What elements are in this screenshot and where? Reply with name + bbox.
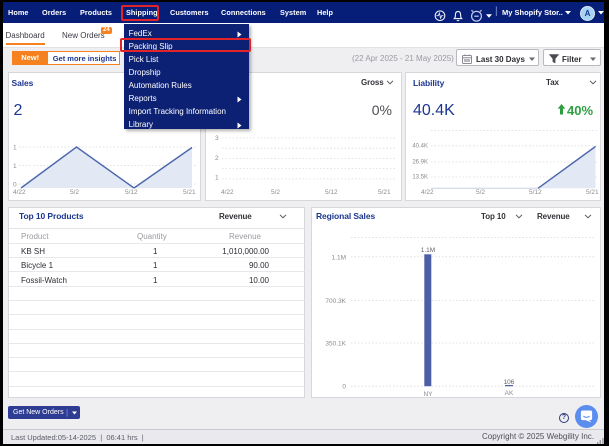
svg-text:700.3K: 700.3K xyxy=(325,298,346,305)
svg-text:5/21: 5/21 xyxy=(378,189,391,196)
svg-text:5/12: 5/12 xyxy=(325,189,338,196)
svg-text:0: 0 xyxy=(342,384,346,391)
svg-text:4/22: 4/22 xyxy=(13,189,26,196)
svg-text:13.5K: 13.5K xyxy=(412,174,428,180)
svg-text:26.9K: 26.9K xyxy=(412,160,428,166)
svg-text:1.1M: 1.1M xyxy=(332,254,346,261)
svg-text:5/12: 5/12 xyxy=(529,189,542,196)
svg-text:40.4K: 40.4K xyxy=(412,143,428,149)
svg-text:3: 3 xyxy=(215,135,219,142)
svg-text:AK: AK xyxy=(505,390,514,397)
svg-text:5/2: 5/2 xyxy=(271,189,280,196)
svg-text:0: 0 xyxy=(13,182,17,189)
svg-text:5/2: 5/2 xyxy=(70,189,79,196)
svg-text:NY: NY xyxy=(423,391,433,398)
svg-text:4/22: 4/22 xyxy=(221,189,234,196)
svg-text:5/2: 5/2 xyxy=(476,189,485,196)
svg-text:1: 1 xyxy=(13,145,17,152)
svg-text:5/12: 5/12 xyxy=(125,189,138,196)
svg-text:5/21: 5/21 xyxy=(586,189,599,196)
svg-text:1.1M: 1.1M xyxy=(421,247,435,254)
svg-text:350.1K: 350.1K xyxy=(325,341,346,348)
svg-text:2: 2 xyxy=(215,155,219,162)
svg-text:4/22: 4/22 xyxy=(421,189,434,196)
svg-text:1: 1 xyxy=(215,174,219,181)
svg-text:106: 106 xyxy=(504,379,515,386)
svg-text:1: 1 xyxy=(13,163,17,170)
svg-text:5/21: 5/21 xyxy=(183,189,196,196)
